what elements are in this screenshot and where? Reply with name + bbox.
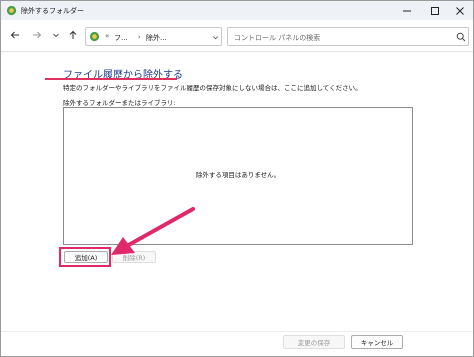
cancel-button[interactable]: キャンセル — [351, 335, 403, 349]
footer-divider — [1, 331, 473, 332]
save-changes-button[interactable]: 変更の保存 — [283, 335, 345, 349]
forward-button[interactable] — [30, 28, 44, 42]
address-separator: › — [138, 33, 141, 41]
app-icon — [6, 5, 17, 16]
title-bar: 除外するフォルダー — [1, 1, 473, 20]
recent-locations-button[interactable] — [49, 28, 63, 42]
excluded-list-label: 除外するフォルダーまたはライブラリ: — [63, 99, 176, 107]
chevron-down-icon — [53, 33, 59, 38]
maximize-icon — [431, 6, 439, 15]
back-arrow-icon — [10, 31, 19, 39]
address-bar[interactable]: « フ... › 除外... — [85, 27, 300, 46]
annotation-underline — [45, 78, 177, 80]
minimize-icon — [403, 10, 411, 11]
back-button[interactable] — [8, 28, 22, 42]
window-title: 除外するフォルダー — [21, 7, 84, 15]
empty-list-message: 除外する項目はありません。 — [195, 171, 281, 179]
search-input[interactable]: コントロール パネルの検索 — [227, 27, 469, 46]
address-overflow[interactable]: « — [105, 32, 109, 40]
close-icon — [456, 6, 464, 15]
search-icon[interactable] — [456, 32, 466, 42]
navigation-bar: « フ... › 除外... コントロール パネルの検索 — [1, 20, 473, 52]
address-segment-1[interactable]: フ... — [114, 33, 128, 43]
close-button[interactable] — [445, 1, 474, 20]
up-arrow-icon — [69, 30, 77, 39]
description-text: 特定のフォルダーやライブラリをファイル履歴の保存対象にしない場合は、ここに追加し… — [63, 84, 362, 92]
search-placeholder: コントロール パネルの検索 — [234, 34, 321, 42]
window: 除外するフォルダー « フ... › 除外... コントロール パネルの検索 フ… — [0, 0, 474, 357]
address-segment-2[interactable]: 除外... — [146, 33, 167, 43]
forward-arrow-icon — [33, 31, 42, 39]
up-button[interactable] — [66, 28, 80, 42]
annotation-arrow — [111, 207, 195, 255]
minimize-button[interactable] — [392, 1, 422, 20]
control-panel-icon — [89, 31, 100, 42]
chevron-down-icon[interactable] — [212, 34, 219, 41]
